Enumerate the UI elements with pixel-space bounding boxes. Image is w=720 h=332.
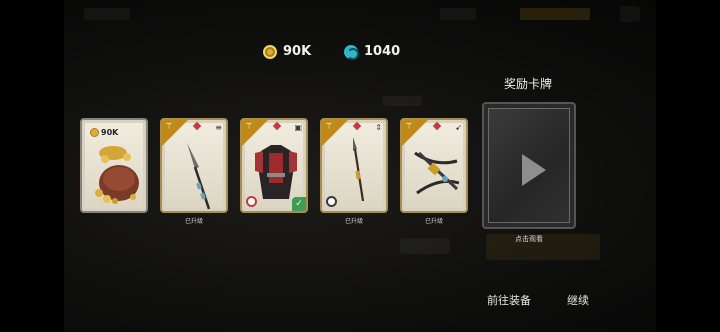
faction-icon: ⚚ xyxy=(405,122,414,132)
background-hud xyxy=(620,6,640,22)
faction-icon: ⚚ xyxy=(325,122,334,132)
reward-card-armor[interactable]: ⚚ ▣ ✓ xyxy=(240,118,308,213)
faction-icon: ⚚ xyxy=(165,122,174,132)
armor-type-icon: ▣ xyxy=(294,123,302,132)
reward-card-coins[interactable]: 90K xyxy=(80,118,148,213)
faction-icon: ⚚ xyxy=(245,122,254,132)
play-icon xyxy=(522,154,546,186)
weapon-type-icon: ➹ xyxy=(455,123,462,132)
left-letterbox xyxy=(0,0,64,332)
background-hud xyxy=(84,8,130,20)
coin-bag-icon xyxy=(95,146,139,204)
weapon-type-icon: ⇕ xyxy=(375,123,382,132)
card-face: 90K xyxy=(85,123,143,208)
gem-amount: 1040 xyxy=(364,44,401,59)
reward-screen: 90K 1040 90K ⚚ ≡ 已升级 ⚚ ▣ ✓ ⚚ ⇕ 已升级 ⚚ ➹ 已… xyxy=(0,0,720,332)
weapon-type-icon: ≡ xyxy=(215,123,222,132)
skill-badge-icon xyxy=(326,196,337,207)
video-card-face xyxy=(488,108,570,223)
coin-balance: 90K xyxy=(263,44,311,59)
card-status-label: 已升级 xyxy=(344,218,363,225)
card-status-label: 已升级 xyxy=(424,218,443,225)
card-status-label: 已升级 xyxy=(184,218,203,225)
reward-card-glaive[interactable]: ⚚ ≡ xyxy=(160,118,228,213)
watch-video-card[interactable] xyxy=(482,102,576,229)
gem-balance: 1040 xyxy=(344,44,401,60)
background-hud xyxy=(400,238,450,254)
continue-button[interactable]: 继续 xyxy=(567,292,589,308)
gem-icon xyxy=(344,44,359,60)
coin-amount: 90K xyxy=(283,44,312,59)
helmet-badge-icon xyxy=(246,196,257,207)
reward-card-spear[interactable]: ⚚ ⇕ xyxy=(320,118,388,213)
background-hud xyxy=(382,96,422,106)
right-letterbox xyxy=(656,0,720,332)
watch-video-label: 点击观看 xyxy=(515,235,543,243)
reward-card-title: 奖励卡牌 xyxy=(503,77,552,91)
coin-icon xyxy=(263,44,277,59)
go-equip-button[interactable]: 前往装备 xyxy=(487,292,531,308)
background-hud xyxy=(520,8,590,20)
background-hud xyxy=(440,8,476,20)
equipped-check-icon: ✓ xyxy=(292,197,306,211)
reward-card-crossbow[interactable]: ⚚ ➹ xyxy=(400,118,468,213)
